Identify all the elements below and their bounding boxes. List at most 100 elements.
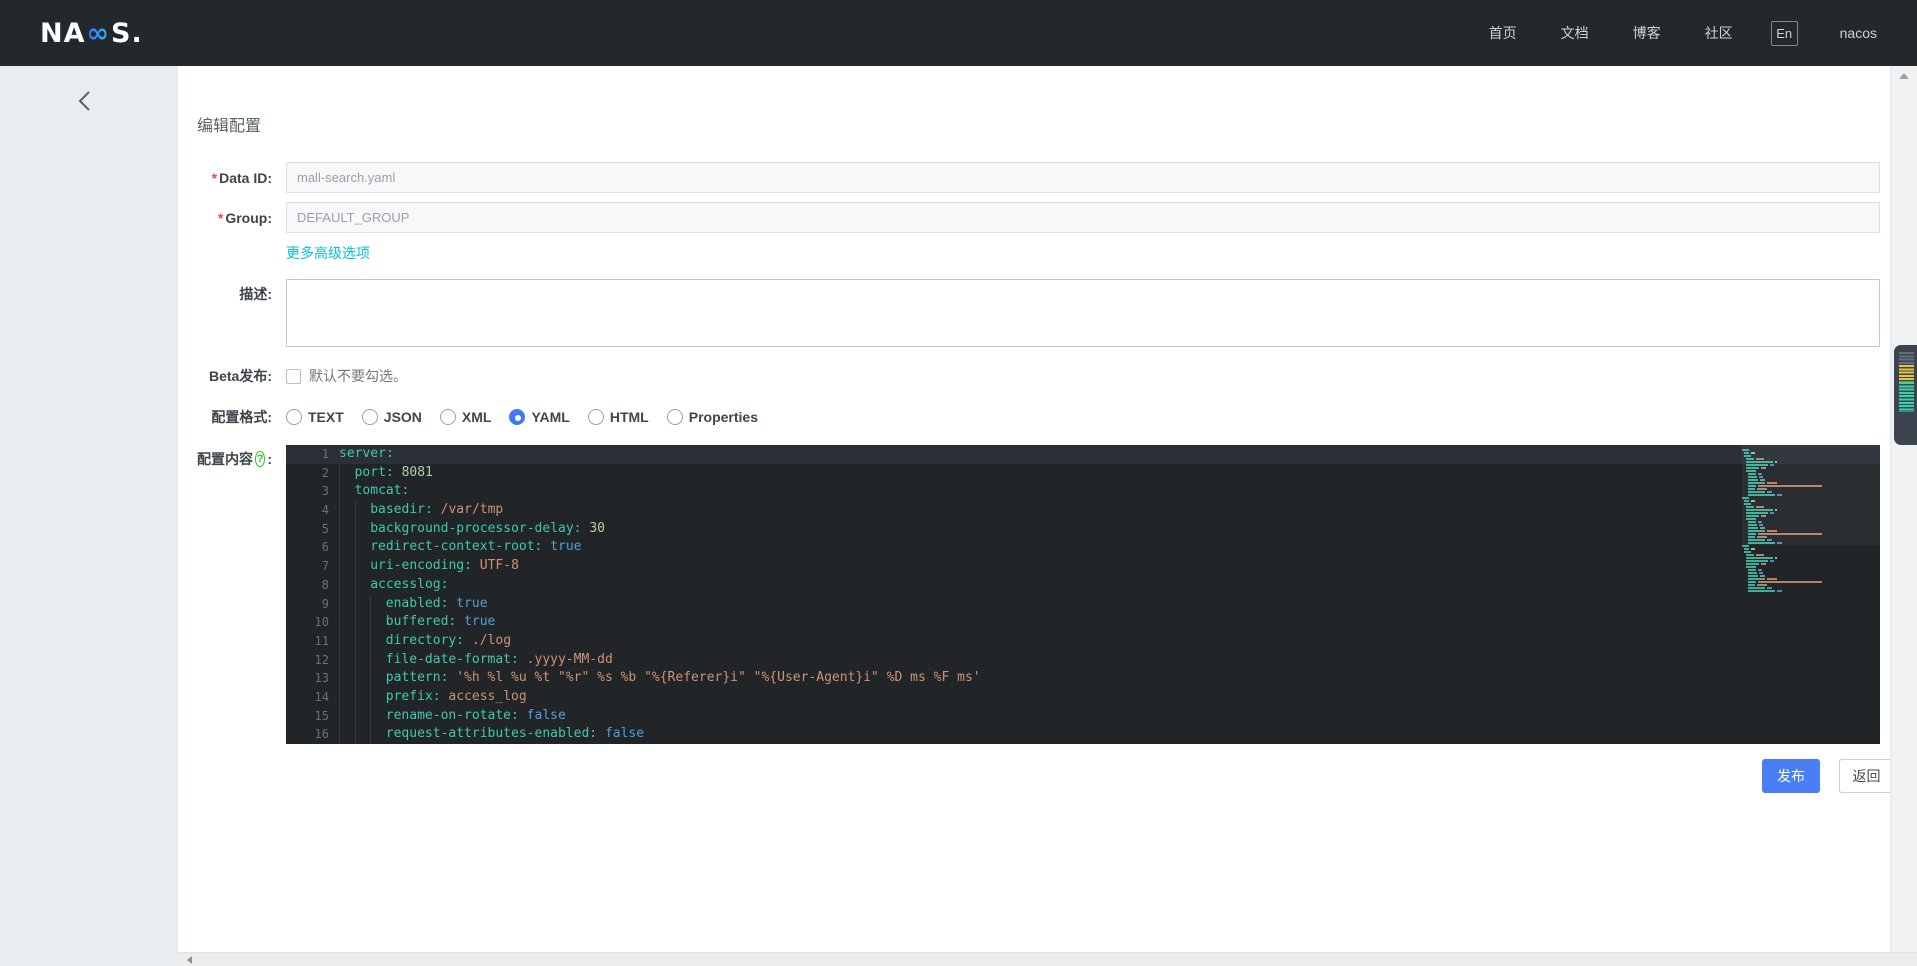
line-content: request-attributes-enabled: false <box>329 725 644 744</box>
data-id-input[interactable] <box>286 162 1880 193</box>
line-number: 16 <box>314 727 329 742</box>
code-line[interactable]: 4 basedir: /var/tmp <box>286 501 1880 520</box>
line-number: 14 <box>314 689 329 704</box>
scroll-up-arrow-icon[interactable] <box>1899 73 1909 79</box>
more-advanced-options-link[interactable]: 更多高级选项 <box>286 245 370 261</box>
code-line[interactable]: 5 background-processor-delay: 30 <box>286 520 1880 539</box>
format-option-label: HTML <box>609 408 649 425</box>
config-content-row: 配置内容?: 1 server: 2 port: 8081 3 tomcat: 4 based… <box>197 445 1890 744</box>
action-buttons-row: 发布 返回 <box>197 759 1894 793</box>
editor-minimap[interactable] <box>1742 448 1866 592</box>
line-content: background-processor-delay: 30 <box>329 520 605 539</box>
format-option-label: XML <box>461 408 492 425</box>
required-mark: * <box>217 209 224 226</box>
top-navbar: NA∞S. 首页 文档 博客 社区 En nacos <box>0 0 1917 66</box>
line-number: 7 <box>321 559 329 574</box>
config-format-label: 配置格式: <box>211 408 272 425</box>
code-line[interactable]: 13 pattern: '%h %l %u %t "%r" %s %b "%{Re… <box>286 669 1880 688</box>
radio-icon[interactable] <box>361 408 378 425</box>
description-label: 描述: <box>239 286 272 302</box>
format-option-yaml[interactable]: YAML <box>509 408 570 425</box>
line-content: buffered: true <box>329 613 496 632</box>
code-line[interactable]: 6 redirect-context-root: true <box>286 538 1880 557</box>
code-line[interactable]: 14 prefix: access_log <box>286 688 1880 707</box>
nav-link[interactable]: 文档 <box>1561 23 1589 43</box>
nav-link[interactable]: 博客 <box>1633 23 1661 43</box>
code-line[interactable]: 10 buffered: true <box>286 613 1880 632</box>
horizontal-scrollbar[interactable] <box>178 952 1917 966</box>
code-line[interactable]: 8 accesslog: <box>286 576 1880 595</box>
scroll-left-arrow-icon[interactable] <box>187 956 192 964</box>
radio-icon[interactable] <box>439 408 456 425</box>
code-line[interactable]: 7 uri-encoding: UTF-8 <box>286 557 1880 576</box>
format-option-label: Properties <box>688 408 758 425</box>
line-number: 2 <box>321 465 329 480</box>
code-editor[interactable]: 1 server: 2 port: 8081 3 tomcat: 4 basedir: /va… <box>286 445 1880 744</box>
scroll-minimap-widget[interactable] <box>1894 345 1917 445</box>
line-number: 4 <box>321 503 329 518</box>
description-textarea[interactable] <box>286 279 1880 347</box>
beta-publish-checkbox[interactable] <box>286 368 301 384</box>
nacos-console: NA∞S. 首页 文档 博客 社区 En nacos 编辑配置 *Data ID: *… <box>0 0 1917 966</box>
line-content: pattern: '%h %l %u %t "%r" %s %b "%{Refe… <box>329 669 981 688</box>
line-content: port: 8081 <box>329 464 433 483</box>
nav-links: 首页 文档 博客 社区 <box>1489 23 1733 43</box>
line-content: server: <box>339 446 394 461</box>
code-line[interactable]: 16 request-attributes-enabled: false <box>286 725 1880 744</box>
format-option-properties[interactable]: Properties <box>666 408 758 425</box>
format-option-label: JSON <box>383 408 422 425</box>
nav-link[interactable]: 社区 <box>1705 23 1733 43</box>
required-mark: * <box>211 169 218 186</box>
code-line[interactable]: 2 port: 8081 <box>286 464 1880 483</box>
code-line[interactable]: 12 file-date-format: .yyyy-MM-dd <box>286 651 1880 670</box>
radio-icon[interactable] <box>587 408 604 425</box>
radio-icon[interactable] <box>666 408 683 425</box>
minimap-line <box>1742 589 1866 592</box>
group-label: * Group: <box>217 209 272 226</box>
line-content: tomcat: <box>329 482 410 501</box>
publish-button[interactable]: 发布 <box>1762 759 1820 793</box>
line-number: 3 <box>321 484 329 499</box>
back-button[interactable] <box>76 90 93 117</box>
code-line[interactable]: 9 enabled: true <box>286 595 1880 614</box>
vertical-scrollbar[interactable] <box>1890 66 1917 952</box>
line-number: 8 <box>321 577 329 592</box>
help-icon[interactable]: ? <box>255 451 266 467</box>
code-line[interactable]: 11 directory: ./log <box>286 632 1880 651</box>
widget-teal-marks <box>1899 382 1914 412</box>
sidebar <box>0 66 178 966</box>
code-line[interactable]: 3 tomcat: <box>286 482 1880 501</box>
beta-publish-row: Beta发布: 默认不要勾选。 <box>197 368 1890 384</box>
line-number: 13 <box>314 671 329 686</box>
radio-icon[interactable] <box>286 408 302 425</box>
line-number: 5 <box>321 521 329 536</box>
data-id-label: * Data ID: <box>211 169 272 186</box>
username-menu[interactable]: nacos <box>1840 25 1877 41</box>
group-input[interactable] <box>286 202 1880 233</box>
code-line[interactable]: 15 rename-on-rotate: false <box>286 707 1880 726</box>
logo-text-left: NA <box>40 17 86 49</box>
advanced-options-row: 更多高级选项 <box>197 243 1890 261</box>
format-option-json[interactable]: JSON <box>361 408 422 425</box>
line-number: 10 <box>314 615 329 630</box>
widget-gray-marks <box>1899 352 1914 365</box>
format-option-text[interactable]: TEXT <box>286 408 344 425</box>
back-button-secondary[interactable]: 返回 <box>1839 759 1894 793</box>
format-radio-group: TEXT JSON XML YAML HTML Properties <box>286 408 776 425</box>
line-number: 1 <box>321 447 329 461</box>
nacos-logo[interactable]: NA∞S. <box>40 18 143 49</box>
line-content: prefix: access_log <box>329 688 527 707</box>
description-row: 描述: <box>197 279 1890 347</box>
config-format-row: 配置格式: TEXT JSON XML YAML HTML Properties <box>197 408 1890 425</box>
logo-text-right: S. <box>111 17 143 49</box>
language-toggle-button[interactable]: En <box>1770 20 1798 46</box>
widget-yellow-marks <box>1899 365 1914 382</box>
radio-icon[interactable] <box>509 408 526 425</box>
config-content-label: 配置内容?: <box>197 451 272 467</box>
nav-link[interactable]: 首页 <box>1489 23 1517 43</box>
format-option-xml[interactable]: XML <box>439 408 492 425</box>
page-title: 编辑配置 <box>197 118 262 135</box>
line-content: enabled: true <box>329 595 488 614</box>
format-option-html[interactable]: HTML <box>587 408 649 425</box>
code-line[interactable]: 1 server: <box>286 445 1880 464</box>
